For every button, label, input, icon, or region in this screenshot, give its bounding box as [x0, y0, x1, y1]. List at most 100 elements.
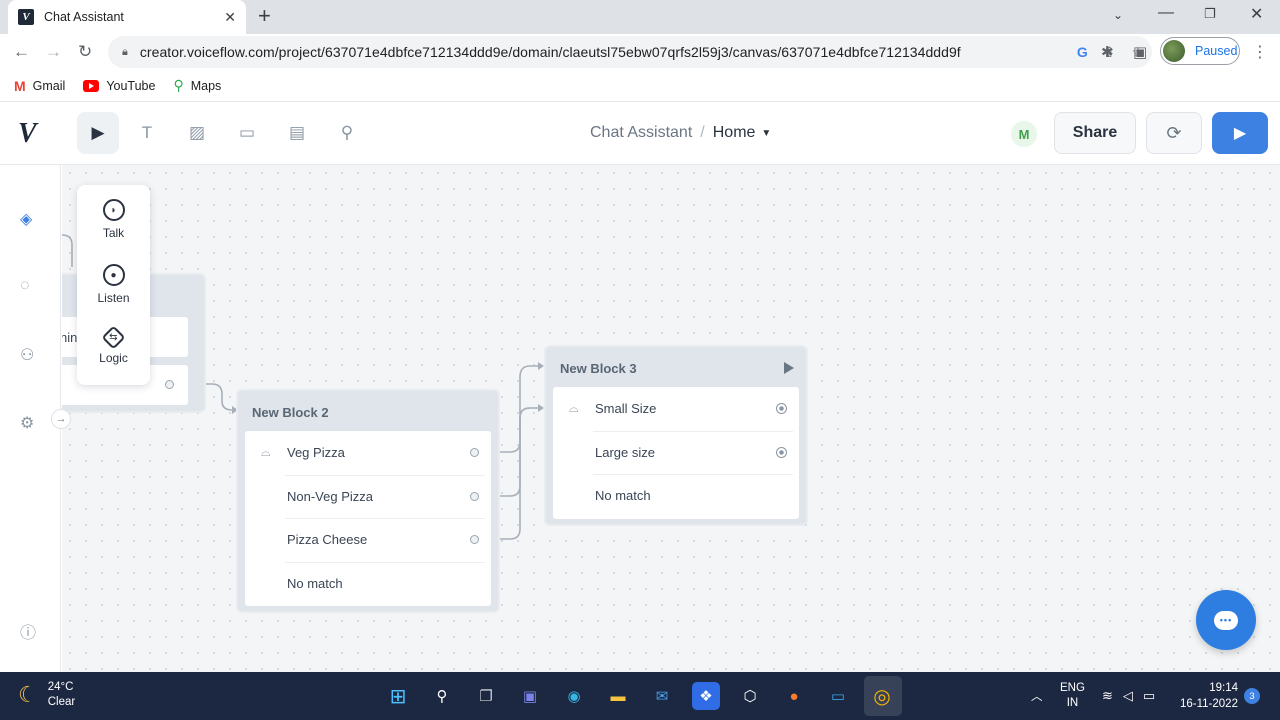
battery-icon: ▭	[1142, 688, 1156, 703]
breadcrumb: Chat Assistant / Home ▼	[590, 124, 771, 142]
restore-icon[interactable]: ❐	[1204, 6, 1216, 22]
component-tool[interactable]: ▤	[276, 112, 318, 154]
search-icon[interactable]: ⚲	[428, 682, 456, 710]
output-port[interactable]	[165, 380, 174, 389]
text-icon: T	[141, 123, 153, 142]
step-label: Pizza Cheese	[287, 532, 368, 548]
browser-tab[interactable]: V Chat Assistant ✕	[8, 0, 246, 34]
flow-canvas[interactable]: nin ◗ Talk ● Listen ⇆ Logic New Block 2 …	[62, 165, 1280, 672]
integrations-icon[interactable]: ⚇	[20, 345, 34, 365]
output-port[interactable]	[470, 491, 479, 501]
output-port[interactable]	[776, 446, 787, 458]
step-no-match[interactable]: No match	[245, 561, 491, 606]
menu-talk[interactable]: ◗ Talk	[77, 199, 150, 240]
run-button[interactable]: ▶	[1212, 112, 1268, 154]
layers-icon[interactable]: ◈	[20, 209, 32, 229]
notification-badge: 3	[1244, 688, 1260, 704]
tray-overflow-icon[interactable]: ︿	[1031, 672, 1043, 720]
component-icon: ▤	[288, 123, 306, 142]
comment-tool[interactable]: ▭	[226, 112, 268, 154]
step-choice[interactable]: Non-Veg Pizza	[245, 474, 491, 519]
notification-center[interactable]: 3	[1244, 672, 1260, 720]
conversations-icon[interactable]: ◌	[20, 277, 30, 295]
mail-icon[interactable]: ✉	[648, 682, 676, 710]
bookmark-youtube[interactable]: YouTube	[83, 79, 155, 93]
output-port[interactable]	[470, 448, 479, 458]
forward-icon[interactable]: →	[45, 42, 62, 62]
output-port[interactable]	[776, 403, 787, 415]
firefox-icon[interactable]: ●	[780, 682, 808, 710]
search-tool[interactable]: ⚲	[326, 112, 368, 154]
task-view-icon[interactable]: ❐	[472, 682, 500, 710]
dropbox-icon[interactable]: ❖	[692, 682, 720, 710]
extensions-icon[interactable]: ✱	[1101, 43, 1114, 61]
expand-sidebar-button[interactable]: →	[51, 409, 71, 429]
block-new-block-3[interactable]: New Block 3 ⌓ Small Size Large size No m…	[544, 345, 808, 526]
reload-icon[interactable]: ↻	[78, 42, 92, 62]
edge-icon[interactable]: ◉	[560, 682, 588, 710]
bookmark-gmail[interactable]: M Gmail	[14, 78, 65, 94]
language-indicator[interactable]: ENG IN	[1060, 672, 1085, 720]
share-button[interactable]: Share	[1054, 112, 1136, 154]
windows-start-icon[interactable]: ⊞	[384, 682, 412, 710]
chevron-down-icon[interactable]: ▼	[761, 128, 771, 139]
temperature: 24°C	[47, 681, 74, 693]
breadcrumb-project[interactable]: Chat Assistant	[590, 124, 692, 142]
pointer-icon: ▶︎	[91, 123, 105, 142]
profile-button[interactable]: Paused	[1160, 37, 1240, 65]
file-explorer-icon[interactable]: ▬	[604, 682, 632, 710]
image-icon: ▨	[188, 123, 206, 142]
chat-help-button[interactable]: •••	[1196, 590, 1256, 650]
block-new-block-2[interactable]: New Block 2 ⌓ Veg Pizza Non-Veg Pizza Pi…	[236, 389, 500, 613]
bookmark-label: Gmail	[32, 78, 66, 93]
step-choice[interactable]: Pizza Cheese	[245, 518, 491, 562]
app-hexagon-icon[interactable]: ⬡	[736, 682, 764, 710]
address-bar[interactable]: 🔒︎ creator.voiceflow.com/project/637071e…	[108, 36, 1152, 68]
breadcrumb-separator: /	[700, 124, 705, 141]
chrome-icon[interactable]: ◎	[868, 682, 896, 710]
minimize-icon[interactable]: —	[1158, 4, 1174, 22]
youtube-icon	[83, 79, 100, 92]
menu-listen[interactable]: ● Listen	[77, 264, 150, 305]
settings-gear-icon[interactable]: ⚙	[20, 413, 34, 433]
play-icon[interactable]	[784, 362, 794, 374]
info-icon[interactable]: ⓘ	[20, 619, 36, 643]
step-choice[interactable]: ⌓ Small Size	[553, 387, 799, 431]
wifi-icon: ≋	[1102, 688, 1113, 703]
step-no-match[interactable]: No match	[553, 474, 799, 518]
window-close-icon[interactable]: ✕	[1250, 4, 1263, 24]
clock[interactable]: 19:14 16-11-2022	[1180, 672, 1238, 720]
voiceflow-favicon-icon: V	[18, 9, 34, 25]
weather-condition: Clear	[47, 696, 76, 708]
volume-icon: ◁	[1122, 688, 1133, 703]
menu-logic[interactable]: ⇆ Logic	[77, 325, 150, 365]
side-panel-icon[interactable]: ▣	[1133, 43, 1147, 61]
output-port[interactable]	[470, 535, 479, 545]
system-tray[interactable]: ≋ ◁ ▭	[1102, 672, 1155, 720]
date: 16-11-2022	[1180, 698, 1238, 710]
browser-menu-icon[interactable]: ⋮	[1252, 42, 1268, 62]
bookmark-label: YouTube	[106, 78, 156, 93]
step-label: Veg Pizza	[287, 445, 345, 461]
tab-title: Chat Assistant	[44, 10, 124, 24]
url-text: creator.voiceflow.com/project/637071e4db…	[139, 44, 961, 60]
image-tool[interactable]: ▨	[176, 112, 218, 154]
step-choice[interactable]: Large size	[553, 430, 799, 475]
back-icon[interactable]: ←	[13, 42, 30, 62]
new-tab-icon[interactable]: +	[258, 4, 271, 28]
step-choice[interactable]: ⌓ Veg Pizza	[245, 431, 491, 475]
close-icon[interactable]: ✕	[224, 9, 236, 26]
breadcrumb-domain[interactable]: Home	[713, 124, 756, 142]
tab-search-icon[interactable]: ⌄	[1113, 8, 1123, 22]
voiceflow-logo[interactable]: V	[18, 118, 37, 150]
bookmark-maps[interactable]: ⚲ Maps	[173, 77, 221, 94]
text-tool[interactable]: T	[126, 112, 168, 154]
teams-chat-icon[interactable]: ▣	[516, 682, 544, 710]
google-icon[interactable]: G	[1077, 44, 1088, 61]
pointer-tool[interactable]: ▶︎	[77, 112, 119, 154]
choice-icon: ⌓	[261, 445, 271, 460]
remote-desktop-icon[interactable]: ▭	[824, 682, 852, 710]
user-avatar[interactable]: M	[1011, 121, 1037, 147]
sync-button[interactable]: ⟳	[1146, 112, 1202, 154]
weather-widget[interactable]: ☾ 24°C Clear	[18, 680, 75, 710]
